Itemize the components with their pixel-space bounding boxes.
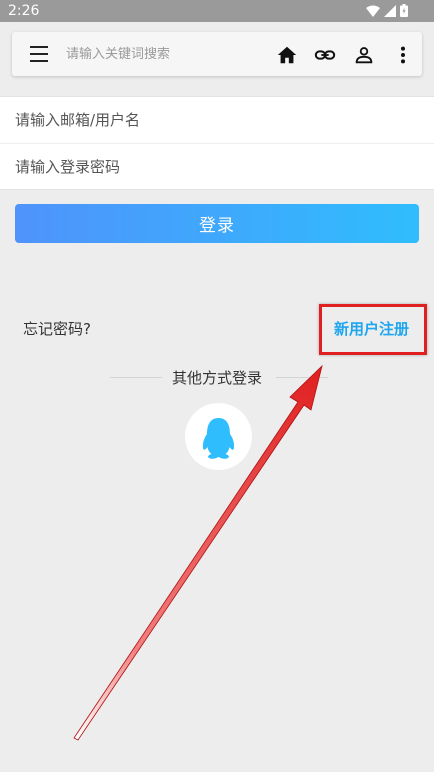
forgot-password-link[interactable]: 忘记密码? bbox=[23, 318, 91, 339]
home-icon[interactable] bbox=[276, 44, 298, 66]
signal-icon bbox=[384, 4, 396, 17]
link-icon[interactable] bbox=[314, 44, 336, 66]
other-login-label: 其他方式登录 bbox=[172, 369, 263, 387]
qq-penguin-icon bbox=[202, 418, 235, 459]
more-vertical-icon[interactable] bbox=[392, 44, 414, 66]
other-login-divider-right bbox=[276, 377, 328, 378]
qq-login-button[interactable] bbox=[185, 403, 252, 470]
password-field[interactable] bbox=[0, 144, 434, 189]
wifi-icon bbox=[366, 5, 380, 17]
status-bar: 2:26 bbox=[0, 0, 434, 22]
other-login-divider-left bbox=[110, 377, 162, 378]
annotation-highlight-box bbox=[319, 304, 427, 355]
person-icon[interactable] bbox=[353, 44, 375, 66]
login-button[interactable]: 登录 bbox=[15, 204, 419, 243]
search-bar bbox=[12, 32, 422, 76]
search-input[interactable] bbox=[66, 32, 256, 76]
username-field[interactable] bbox=[0, 97, 434, 142]
toolbar bbox=[0, 22, 434, 96]
battery-icon bbox=[400, 4, 408, 17]
login-form bbox=[0, 96, 434, 190]
menu-icon[interactable] bbox=[30, 46, 48, 62]
status-time: 2:26 bbox=[8, 3, 40, 19]
status-icons bbox=[366, 4, 408, 17]
